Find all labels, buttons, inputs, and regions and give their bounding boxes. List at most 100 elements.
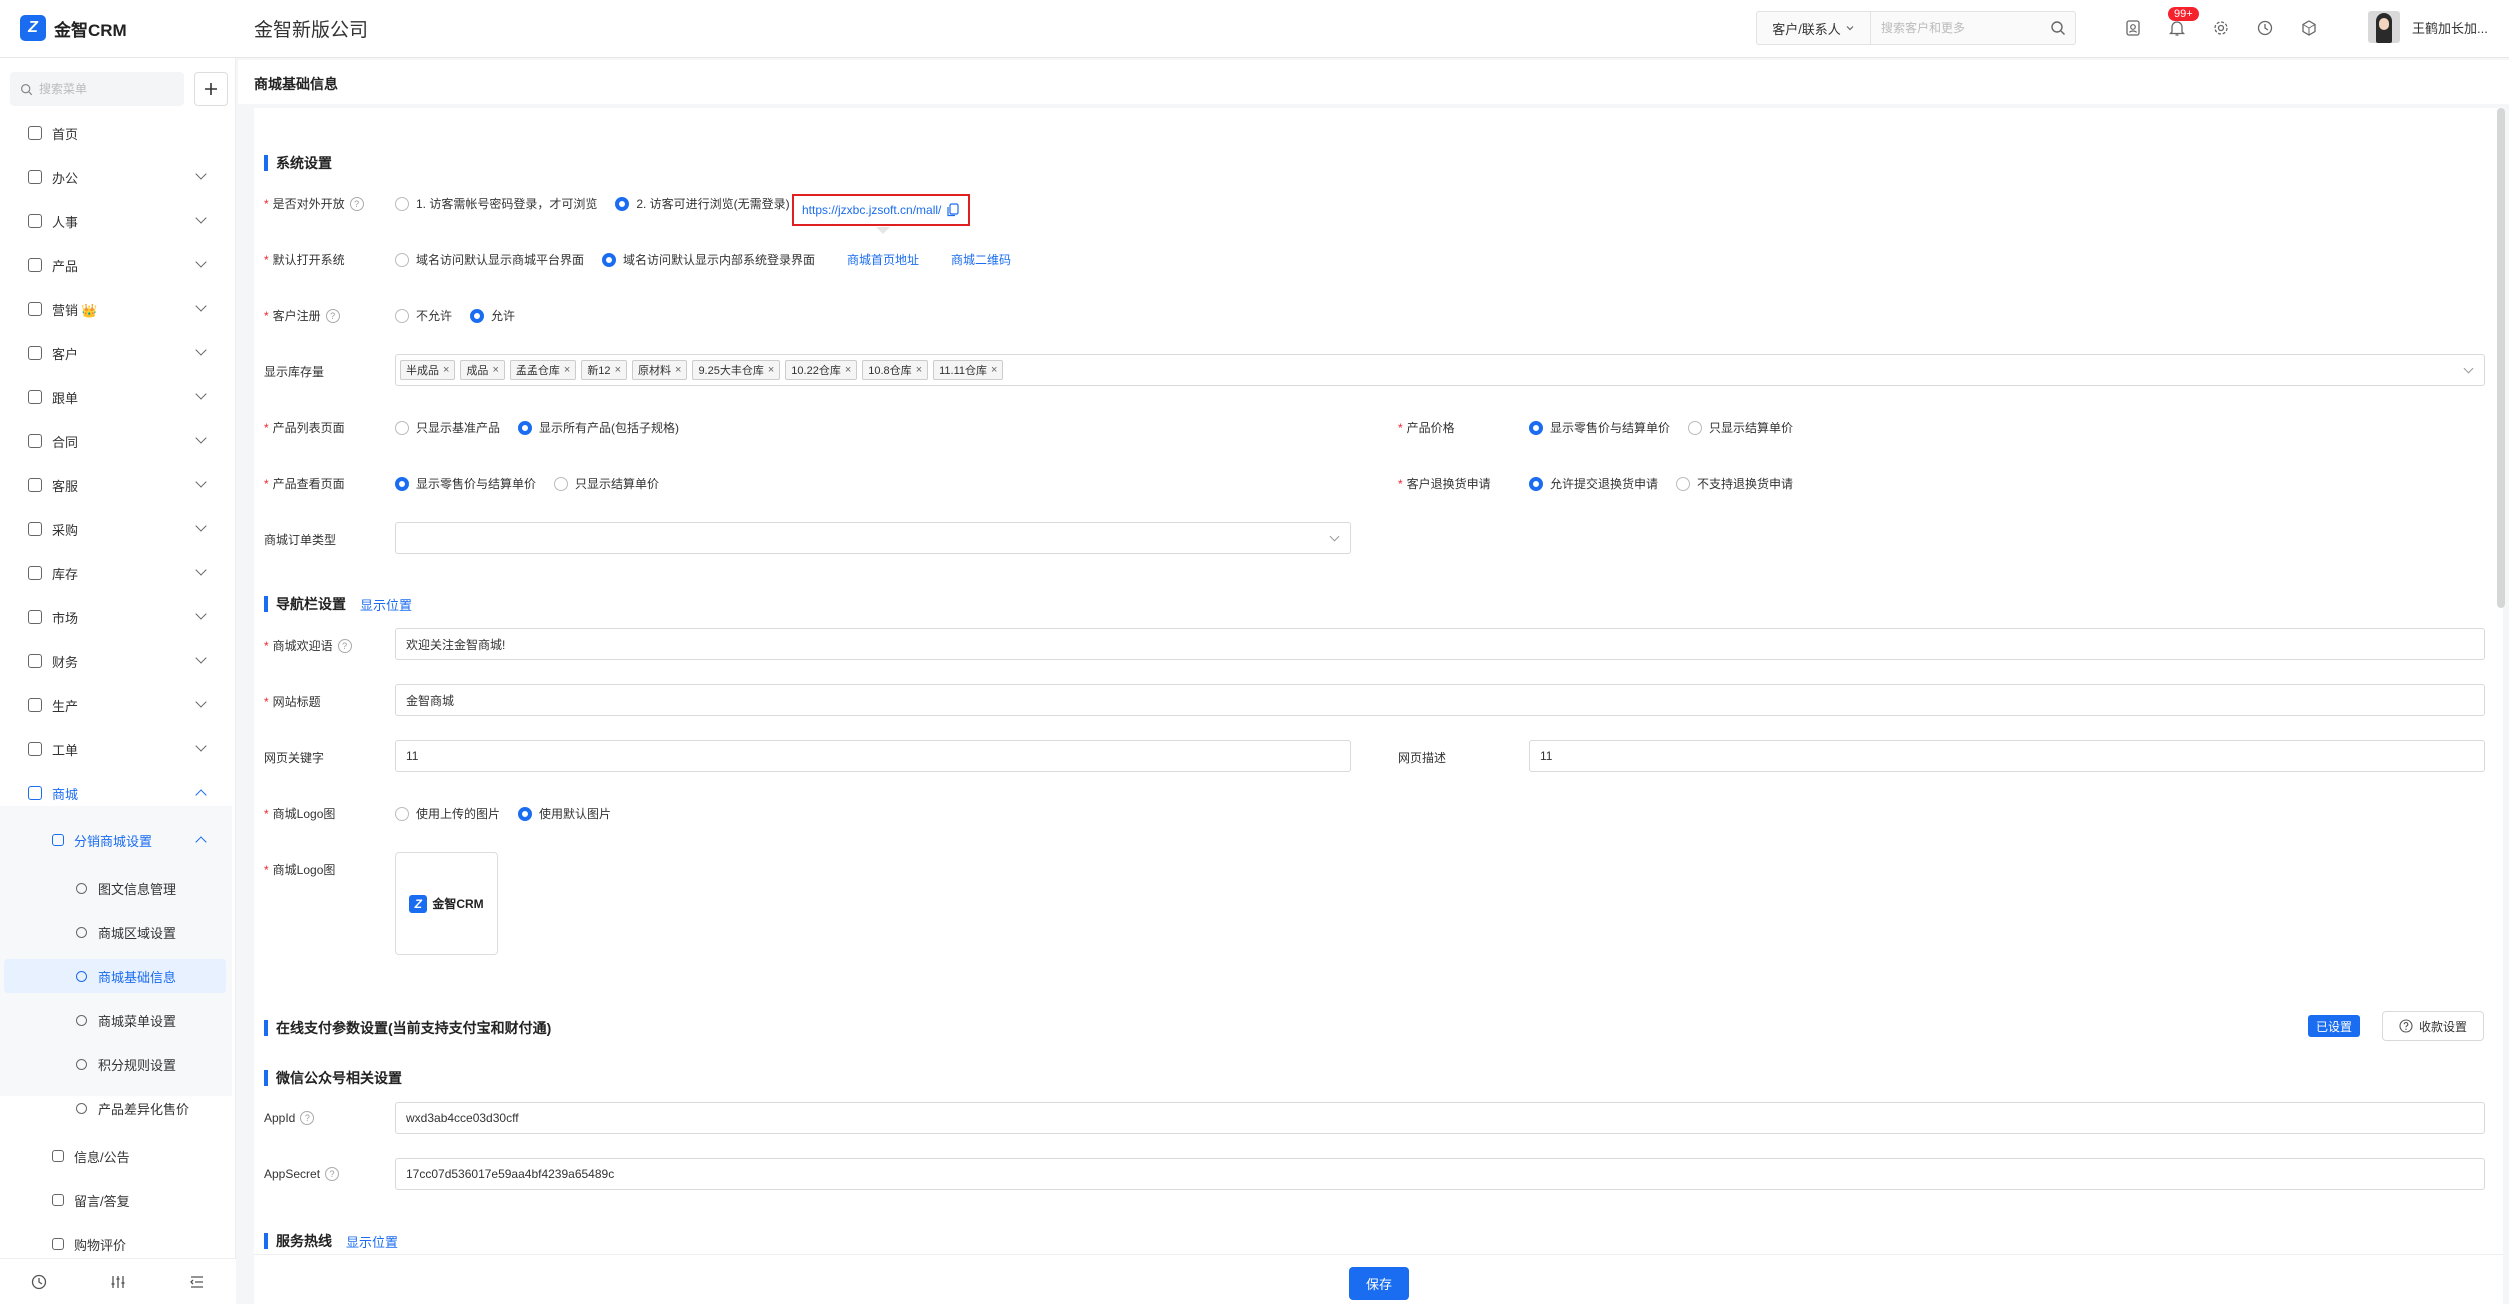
contacts-icon[interactable] (2119, 14, 2147, 42)
description-input[interactable] (1529, 740, 2485, 772)
sidebar-item-customer[interactable]: 客户 (0, 336, 232, 370)
tag-close-icon[interactable]: × (845, 364, 851, 376)
sidebar-item-followup[interactable]: 跟单 (0, 380, 232, 414)
sidebar-item-reviews[interactable]: 购物评价 (0, 1227, 232, 1261)
payment-settings-button[interactable]: 收款设置 (2382, 1011, 2484, 1041)
search-scope-select[interactable]: 客户/联系人 (1757, 12, 1871, 44)
radio-register-deny[interactable]: 不允许 (395, 307, 452, 324)
add-menu-button[interactable] (194, 72, 228, 106)
sidebar-item-service[interactable]: 客服 (0, 468, 232, 502)
sidebar-item-points-rules[interactable]: 积分规则设置 (0, 1047, 232, 1081)
app-logo[interactable]: Z 金智CRM (20, 15, 127, 41)
tag-close-icon[interactable]: × (443, 364, 449, 376)
radio-view-settle[interactable]: 只显示结算单价 (554, 475, 659, 492)
welcome-input[interactable] (395, 628, 2485, 660)
radio-open-guest[interactable]: 2. 访客可进行浏览(无需登录) (615, 195, 790, 212)
mall-url-link[interactable]: https://jzxbc.jzsoft.cn/mall/ (802, 203, 941, 217)
radio-return-deny[interactable]: 不支持退换货申请 (1676, 475, 1793, 492)
chevron-down-icon (195, 652, 207, 664)
menu-search-input[interactable] (39, 82, 169, 96)
help-icon: ? (325, 308, 340, 323)
section-hotline: 服务热线 显示位置 (264, 1231, 398, 1251)
appid-input[interactable] (395, 1102, 2485, 1134)
history-icon[interactable] (0, 1259, 79, 1304)
mall-qrcode-link[interactable]: 商城二维码 (951, 251, 1011, 268)
site-title-input[interactable] (395, 684, 2485, 716)
radio-default-mall[interactable]: 域名访问默认显示商城平台界面 (395, 251, 584, 268)
settings-icon (52, 834, 64, 846)
user-menu[interactable]: 王鹤加长加... (2368, 11, 2488, 43)
tag-warehouse: 9.25大丰仓库 × (692, 360, 781, 380)
radio-list-all[interactable]: 显示所有产品(包括子规格) (518, 419, 679, 436)
finance-icon (28, 654, 42, 668)
sidebar-item-region-settings[interactable]: 商城区域设置 (0, 915, 232, 949)
sidebar-item-contract[interactable]: 合同 (0, 424, 232, 458)
menu-search[interactable] (10, 72, 184, 106)
tag-warehouse: 10.8仓库 × (862, 360, 929, 380)
logo-image-preview[interactable]: Z 金智CRM (395, 852, 498, 955)
scrollbar[interactable] (2497, 108, 2505, 608)
hotline-show-position-link[interactable]: 显示位置 (346, 1232, 398, 1251)
appsecret-input[interactable] (395, 1158, 2485, 1190)
price-icon (76, 1102, 87, 1114)
radio-price-both[interactable]: 显示零售价与结算单价 (1529, 419, 1670, 436)
tag-close-icon[interactable]: × (916, 364, 922, 376)
copy-icon[interactable] (947, 203, 959, 217)
sidebar-item-finance[interactable]: 财务 (0, 644, 232, 678)
tag-close-icon[interactable]: × (492, 364, 498, 376)
global-search: 客户/联系人 (1756, 11, 2076, 45)
search-input[interactable] (1871, 12, 2041, 44)
save-button[interactable]: 保存 (1349, 1267, 1409, 1300)
stock-warehouse-select[interactable]: 半成品 × 成品 × 孟孟仓库 × 新12 × 原材料 × 9.25大丰仓库 × 10.22… (395, 354, 2485, 386)
mall-url-popover: https://jzxbc.jzsoft.cn/mall/ (792, 194, 970, 226)
sidebar-item-inventory[interactable]: 库存 (0, 556, 232, 590)
region-icon (76, 926, 87, 938)
sidebar-item-hr[interactable]: 人事 (0, 204, 232, 238)
chevron-up-icon (195, 789, 207, 801)
radio-logo-default[interactable]: 使用默认图片 (518, 805, 611, 822)
chevron-down-icon (195, 432, 207, 444)
search-icon[interactable] (2041, 20, 2075, 36)
radio-product-view: 显示零售价与结算单价 只显示结算单价 (395, 475, 677, 492)
radio-default-internal[interactable]: 域名访问默认显示内部系统登录界面 (602, 251, 815, 268)
sidebar-item-production[interactable]: 生产 (0, 688, 232, 722)
radio-logo-uploaded[interactable]: 使用上传的图片 (395, 805, 500, 822)
tag-close-icon[interactable]: × (564, 364, 570, 376)
sidebar-item-market[interactable]: 市场 (0, 600, 232, 634)
sidebar-item-basic-info[interactable]: 商城基础信息 (4, 959, 226, 993)
sidebar-item-price-diff[interactable]: 产品差异化售价 (0, 1091, 232, 1125)
sidebar-item-workorder[interactable]: 工单 (0, 732, 232, 766)
order-type-select[interactable] (395, 522, 1351, 554)
collapse-menu-icon[interactable] (157, 1259, 236, 1304)
sidebar-item-messages[interactable]: 留言/答复 (0, 1183, 232, 1217)
sidebar-item-office[interactable]: 办公 (0, 160, 232, 194)
radio-register-allow[interactable]: 允许 (470, 307, 515, 324)
gear-icon[interactable] (2207, 14, 2235, 42)
radio-list-base[interactable]: 只显示基准产品 (395, 419, 500, 436)
sidebar-item-mall[interactable]: 商城 (0, 776, 232, 810)
tag-close-icon[interactable]: × (675, 364, 681, 376)
sidebar-item-graphic-info[interactable]: 图文信息管理 (0, 871, 232, 905)
radio-return-allow[interactable]: 允许提交退换货申请 (1529, 475, 1658, 492)
sidebar-item-menu-settings[interactable]: 商城菜单设置 (0, 1003, 232, 1037)
sliders-icon[interactable] (79, 1259, 158, 1304)
radio-view-both[interactable]: 显示零售价与结算单价 (395, 475, 536, 492)
radio-price-settle[interactable]: 只显示结算单价 (1688, 419, 1793, 436)
cube-icon[interactable] (2295, 14, 2323, 42)
sidebar-item-home[interactable]: 首页 (0, 116, 232, 150)
history-icon[interactable] (2251, 14, 2279, 42)
tag-close-icon[interactable]: × (768, 364, 774, 376)
tag-close-icon[interactable]: × (991, 364, 997, 376)
sidebar-item-distribution-settings[interactable]: 分销商城设置 (0, 823, 232, 857)
label-description: 网页描述 (1398, 751, 1447, 765)
radio-open-login[interactable]: 1. 访客需帐号密码登录，才可浏览 (395, 195, 597, 212)
sidebar-item-marketing[interactable]: 营销 👑 (0, 292, 232, 326)
sidebar-item-notice[interactable]: 信息/公告 (0, 1139, 232, 1173)
nav-show-position-link[interactable]: 显示位置 (360, 595, 412, 614)
mall-home-url-link[interactable]: 商城首页地址 (847, 251, 919, 268)
sidebar-item-purchase[interactable]: 采购 (0, 512, 232, 546)
sidebar-item-product[interactable]: 产品 (0, 248, 232, 282)
keywords-input[interactable] (395, 740, 1351, 772)
tag-close-icon[interactable]: × (615, 364, 621, 376)
mall-icon (28, 786, 42, 800)
